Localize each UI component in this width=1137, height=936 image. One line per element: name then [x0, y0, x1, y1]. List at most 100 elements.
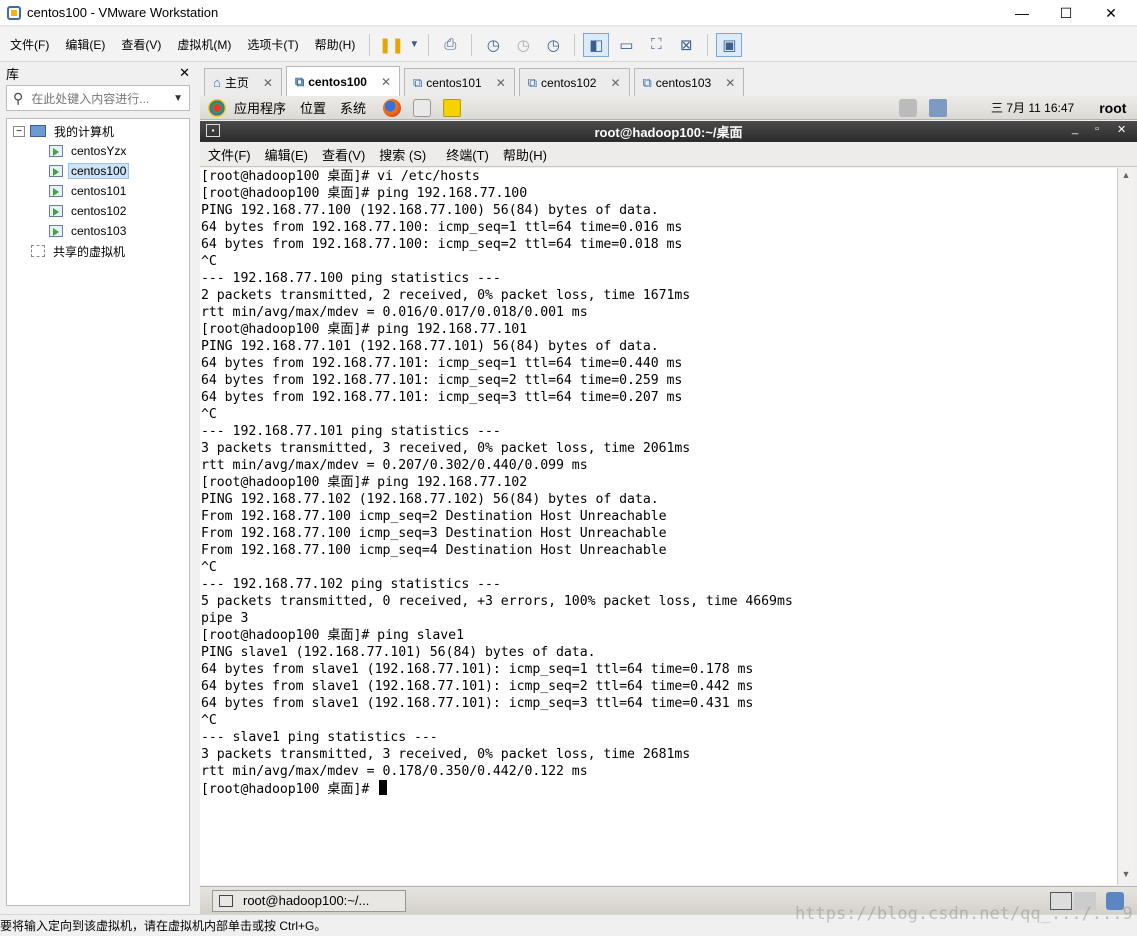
- menu-places[interactable]: 位置: [300, 98, 326, 117]
- statusbar-message: 要将输入定向到该虚拟机，请在虚拟机内部单击或按 Ctrl+G。: [0, 919, 327, 933]
- menu-applications[interactable]: 应用程序: [234, 98, 286, 117]
- terminal-menu-help[interactable]: 帮助(H): [503, 145, 547, 164]
- terminal-scrollbar[interactable]: ▲ ▼: [1117, 168, 1133, 885]
- terminal-line: 2 packets transmitted, 2 received, 0% pa…: [201, 288, 691, 303]
- terminal-line: 64 bytes from 192.168.77.101: icmp_seq=1…: [201, 356, 683, 371]
- unity-icon[interactable]: ⊠: [673, 33, 699, 57]
- toolbar-separator: [471, 33, 473, 56]
- tab-close-icon[interactable]: ✕: [610, 76, 620, 90]
- menu-edit[interactable]: 编辑(E): [57, 36, 113, 53]
- tab-close-icon[interactable]: ✕: [725, 76, 735, 90]
- tree-item-my-computer[interactable]: − 我的计算机: [7, 121, 189, 141]
- terminal-line: 64 bytes from slave1 (192.168.77.101): i…: [201, 696, 754, 711]
- terminal-prompt: [root@hadoop100 桌面]#: [201, 782, 378, 797]
- terminal-line: --- 192.168.77.102 ping statistics ---: [201, 577, 501, 592]
- scroll-up-icon[interactable]: ▲: [1120, 170, 1132, 184]
- maximize-button[interactable]: ☐: [1043, 0, 1089, 26]
- terminal-line: 3 packets transmitted, 3 received, 0% pa…: [201, 747, 691, 762]
- terminal-close-button[interactable]: ✕: [1117, 123, 1126, 136]
- tab-centos100[interactable]: ⧉ centos100 ✕: [285, 66, 400, 96]
- terminal-menu-terminal[interactable]: 终端(T): [446, 145, 489, 164]
- library-header: 库 ✕: [0, 62, 198, 84]
- search-icon: ⚲: [13, 89, 24, 106]
- tree-item-vm[interactable]: centos103: [7, 221, 189, 241]
- terminal-line: [root@hadoop100 桌面]# ping 192.168.77.100: [201, 186, 528, 201]
- tab-home[interactable]: ⌂ 主页 ✕: [204, 68, 282, 96]
- terminal-line: ^C: [201, 407, 217, 422]
- terminal-menu-search[interactable]: 搜索 (S): [379, 145, 426, 164]
- chevron-down-icon[interactable]: ▼: [173, 93, 183, 104]
- close-button[interactable]: ✕: [1088, 0, 1134, 26]
- terminal-line: From 192.168.77.100 icmp_seq=4 Destinati…: [201, 543, 667, 558]
- network-icon[interactable]: [929, 98, 948, 117]
- snapshot-manager-icon[interactable]: ◷: [540, 33, 566, 57]
- taskbar-terminal-button[interactable]: root@hadoop100:~/...: [212, 889, 406, 912]
- tab-label: centos100: [308, 74, 367, 89]
- show-library-icon[interactable]: ◧: [583, 32, 610, 57]
- tree-item-shared-vms[interactable]: 共享的虚拟机: [7, 241, 189, 261]
- menu-file[interactable]: 文件(F): [2, 36, 57, 53]
- mail-client-icon[interactable]: [413, 98, 432, 117]
- menu-system[interactable]: 系统: [340, 98, 366, 117]
- tab-centos103[interactable]: ⧉ centos103 ✕: [633, 68, 745, 96]
- toolbar-separator: [574, 33, 576, 56]
- library-tree: − 我的计算机 centosYzx centos100 centos101 ce…: [6, 118, 190, 906]
- menu-vm[interactable]: 虚拟机(M): [169, 36, 239, 53]
- tree-item-vm[interactable]: centos100: [7, 161, 189, 181]
- library-close-button[interactable]: ✕: [179, 65, 190, 81]
- tab-close-icon[interactable]: ✕: [496, 76, 506, 90]
- tab-close-icon[interactable]: ✕: [263, 76, 273, 90]
- library-search-input[interactable]: ⚲ 在此处键入内容进行... ▼: [6, 85, 190, 111]
- toolbar-separator: [707, 33, 709, 56]
- collapse-icon[interactable]: −: [13, 125, 25, 137]
- tree-item-vm[interactable]: centos101: [7, 181, 189, 201]
- update-icon[interactable]: [899, 98, 918, 117]
- terminal-line: ^C: [201, 560, 217, 575]
- panel-user[interactable]: root: [1099, 100, 1126, 116]
- terminal-output[interactable]: [root@hadoop100 桌面]# vi /etc/hosts [root@…: [200, 168, 1117, 885]
- terminal-line: pipe 3: [201, 611, 249, 626]
- home-icon: ⌂: [213, 75, 221, 90]
- window-title: centos100 - VMware Workstation: [27, 5, 219, 20]
- notes-icon[interactable]: [443, 98, 462, 117]
- scroll-down-icon[interactable]: ▼: [1120, 869, 1132, 883]
- terminal-maximize-button[interactable]: ▫: [1095, 123, 1099, 135]
- tab-centos102[interactable]: ⧉ centos102 ✕: [518, 68, 630, 96]
- snapshot-revert-icon[interactable]: ◷: [510, 33, 536, 57]
- menu-help[interactable]: 帮助(H): [307, 36, 364, 53]
- thumbnail-bar-icon[interactable]: ▭: [613, 33, 639, 57]
- terminal-line: PING slave1 (192.168.77.101) 56(84) byte…: [201, 645, 596, 660]
- terminal-menu-edit[interactable]: 编辑(E): [265, 145, 308, 164]
- vm-icon: [49, 145, 63, 157]
- tree-item-vm[interactable]: centosYzx: [7, 141, 189, 161]
- terminal-title: root@hadoop100:~/桌面: [594, 125, 743, 140]
- terminal-line: [root@hadoop100 桌面]# ping slave1: [201, 628, 464, 643]
- panel-clock[interactable]: 三 7月 11 16:47: [991, 99, 1074, 116]
- menu-view[interactable]: 查看(V): [113, 36, 169, 53]
- terminal-menu-file[interactable]: 文件(F): [208, 145, 251, 164]
- pause-icon[interactable]: ❚❚: [378, 33, 404, 57]
- console-view-icon[interactable]: ▣: [716, 32, 743, 57]
- watermark: https://blog.csdn.net/qq_.../...9: [795, 904, 1133, 924]
- send-ctrl-alt-del-icon[interactable]: ⎙: [437, 33, 463, 57]
- toolbar-separator: [428, 33, 430, 56]
- library-search-placeholder: 在此处键入内容进行...: [31, 91, 150, 106]
- tab-centos101[interactable]: ⧉ centos101 ✕: [404, 68, 515, 96]
- terminal-line: 64 bytes from 192.168.77.100: icmp_seq=2…: [201, 237, 683, 252]
- shared-vm-icon: [31, 245, 45, 257]
- toolbar-separator: [369, 33, 371, 56]
- firefox-icon[interactable]: [383, 98, 402, 117]
- computer-icon: [30, 125, 46, 137]
- pause-dropdown-icon[interactable]: ▼: [408, 33, 420, 57]
- tab-close-icon[interactable]: ✕: [381, 75, 391, 89]
- tree-item-vm[interactable]: centos102: [7, 201, 189, 221]
- minimize-button[interactable]: —: [999, 0, 1045, 26]
- terminal-menu-view[interactable]: 查看(V): [322, 145, 365, 164]
- snapshot-take-icon[interactable]: ◷: [480, 33, 506, 57]
- fullscreen-icon[interactable]: ⛶: [643, 33, 669, 57]
- terminal-cursor: [379, 780, 388, 795]
- terminal-line: rtt min/avg/max/mdev = 0.016/0.017/0.018…: [201, 305, 588, 320]
- terminal-line: PING 192.168.77.101 (192.168.77.101) 56(…: [201, 339, 659, 354]
- menu-tabs[interactable]: 选项卡(T): [239, 36, 306, 53]
- terminal-minimize-button[interactable]: _: [1072, 123, 1078, 135]
